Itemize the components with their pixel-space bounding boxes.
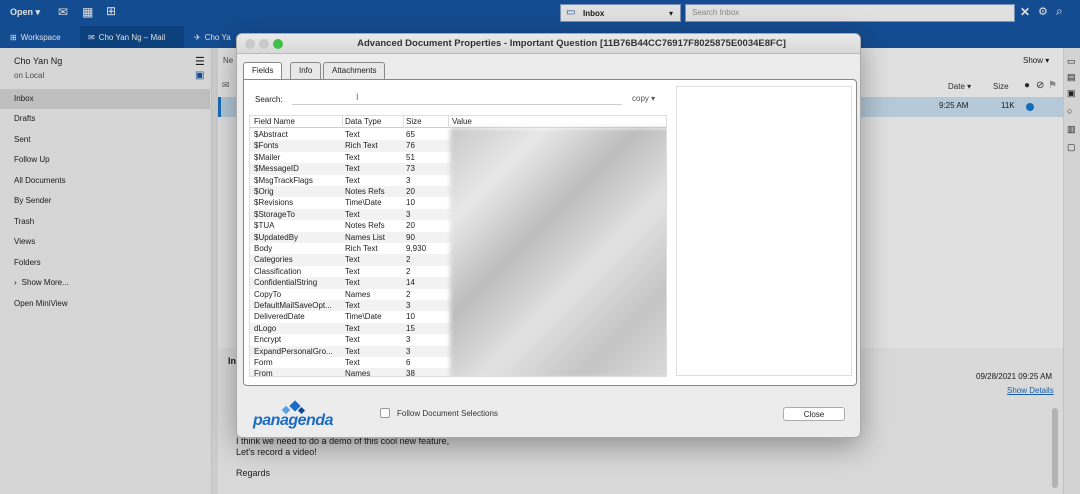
dialog-footer: panagenda Follow Document Selections Clo… [237, 390, 860, 438]
window-close-icon[interactable] [245, 39, 255, 49]
size-cell: 3 [406, 301, 411, 310]
field-name-cell: dLogo [254, 323, 277, 333]
fields-panel: Search: I copy ▾ Field Name Data Type Si… [243, 79, 857, 386]
data-type-cell: Names [345, 289, 371, 299]
size-cell: 14 [406, 278, 415, 288]
fields-table: Field Name Data Type Size Value $Abstrac… [249, 115, 667, 377]
data-type-cell: Text [345, 164, 360, 174]
data-type-cell: Rich Text [345, 141, 378, 151]
field-name-cell: $StorageTo [254, 209, 295, 219]
data-type-cell: Text [345, 335, 360, 345]
dialog-title: Advanced Document Properties - Important… [237, 34, 860, 54]
data-type-cell: Text [345, 301, 360, 310]
size-cell: 9,930 [406, 244, 427, 253]
field-name-cell: DefaultMailSaveOpt... [254, 301, 332, 310]
size-cell: 73 [406, 164, 415, 174]
advanced-properties-dialog: Advanced Document Properties - Important… [236, 33, 861, 438]
copy-menu-button[interactable]: copy ▾ [632, 94, 655, 103]
column-divider [448, 116, 449, 128]
search-label: Search: [255, 95, 283, 104]
size-cell: 20 [406, 187, 415, 196]
follow-selections-label: Follow Document Selections [397, 409, 498, 418]
field-name-cell: From [254, 369, 273, 377]
data-type-cell: Text [345, 255, 360, 265]
data-type-cell: Text [345, 278, 360, 288]
size-cell: 3 [406, 335, 411, 345]
field-name-cell: ExpandPersonalGro... [254, 346, 333, 356]
field-name-cell: Body [254, 244, 273, 253]
data-type-cell: Time\Date [345, 198, 382, 208]
data-type-cell: Text [345, 152, 360, 162]
value-preview-panel [676, 86, 852, 376]
field-name-cell: $TUA [254, 221, 275, 231]
size-cell: 10 [406, 198, 415, 208]
size-cell: 90 [406, 232, 415, 242]
data-type-cell: Text [345, 209, 360, 219]
data-type-cell: Notes Refs [345, 221, 385, 231]
column-size[interactable]: Size [406, 117, 422, 126]
field-name-cell: Form [254, 358, 273, 367]
data-type-cell: Text [345, 175, 360, 185]
column-data-type[interactable]: Data Type [345, 117, 381, 126]
size-cell: 76 [406, 141, 415, 151]
data-type-cell: Text [345, 266, 360, 276]
column-value[interactable]: Value [452, 117, 472, 126]
field-name-cell: $MessageID [254, 164, 299, 174]
fields-table-header: Field Name Data Type Size Value [250, 116, 666, 128]
field-name-cell: ConfidentialString [254, 278, 318, 288]
size-cell: 3 [406, 209, 411, 219]
tab-info[interactable]: Info [290, 62, 322, 79]
size-cell: 65 [406, 130, 415, 139]
size-cell: 10 [406, 312, 415, 322]
size-cell: 2 [406, 255, 411, 265]
size-cell: 51 [406, 152, 415, 162]
size-cell: 20 [406, 221, 415, 231]
field-name-cell: DeliveredDate [254, 312, 305, 322]
data-type-cell: Rich Text [345, 244, 378, 253]
field-name-cell: Encrypt [254, 335, 282, 345]
field-name-cell: $MsgTrackFlags [254, 175, 313, 185]
data-type-cell: Names [345, 369, 371, 377]
window-minimize-icon[interactable] [259, 39, 269, 49]
text-cursor-icon: I [356, 92, 359, 102]
panagenda-logo: panagenda [253, 400, 353, 430]
window-zoom-icon[interactable] [273, 39, 283, 49]
data-type-cell: Time\Date [345, 312, 382, 322]
field-search-input[interactable]: I [292, 92, 622, 105]
logo-text: panagenda [253, 412, 333, 429]
follow-selections-checkbox[interactable] [380, 408, 390, 418]
data-type-cell: Text [345, 346, 360, 356]
size-cell: 2 [406, 266, 411, 276]
size-cell: 3 [406, 346, 411, 356]
field-name-cell: CopyTo [254, 289, 282, 299]
data-type-cell: Text [345, 358, 360, 367]
data-type-cell: Names List [345, 232, 386, 242]
data-type-cell: Notes Refs [345, 187, 385, 196]
value-column-blurred [450, 128, 666, 376]
data-type-cell: Text [345, 130, 360, 139]
size-cell: 38 [406, 369, 415, 377]
size-cell: 2 [406, 289, 411, 299]
column-field-name[interactable]: Field Name [254, 117, 295, 126]
field-name-cell: $Abstract [254, 130, 288, 139]
close-button[interactable]: Close [783, 407, 845, 421]
field-name-cell: $Orig [254, 187, 274, 196]
field-name-cell: $UpdatedBy [254, 232, 299, 242]
column-divider [342, 116, 343, 128]
size-cell: 6 [406, 358, 411, 367]
field-name-cell: Categories [254, 255, 293, 265]
field-name-cell: $Mailer [254, 152, 281, 162]
tab-fields[interactable]: Fields [243, 62, 283, 80]
size-cell: 15 [406, 323, 415, 333]
field-name-cell: Classification [254, 266, 302, 276]
field-name-cell: $Revisions [254, 198, 294, 208]
field-name-cell: $Fonts [254, 141, 279, 151]
column-divider [403, 116, 404, 128]
data-type-cell: Text [345, 323, 360, 333]
size-cell: 3 [406, 175, 411, 185]
tab-attachments[interactable]: Attachments [323, 62, 386, 79]
